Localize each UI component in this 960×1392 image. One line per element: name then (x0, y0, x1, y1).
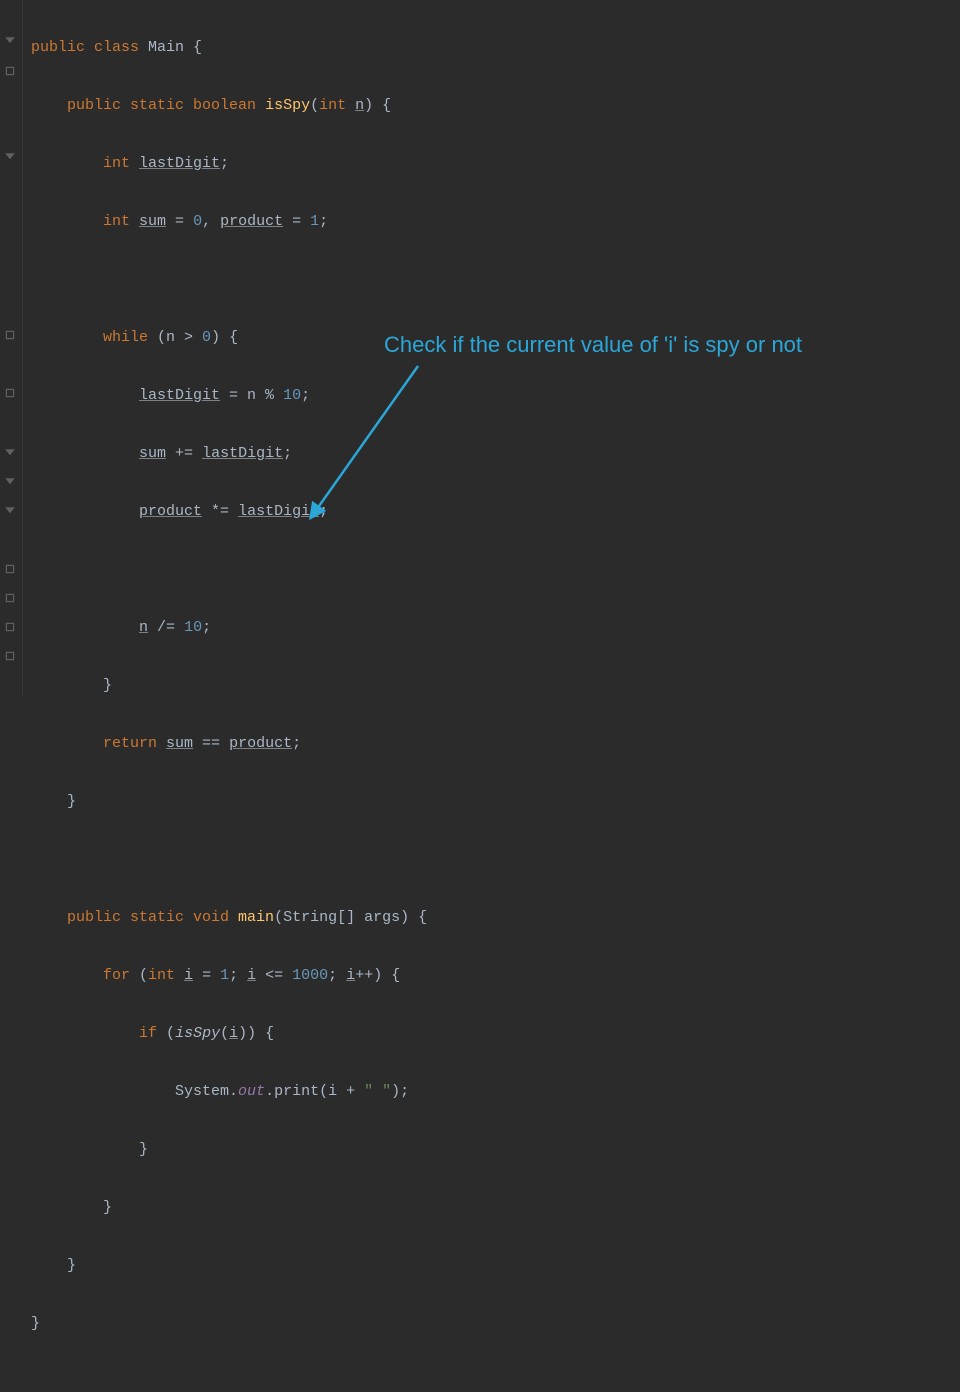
code-line: n /= 10; (31, 613, 427, 642)
code-line: lastDigit = n % 10; (31, 381, 427, 410)
fold-close-icon[interactable] (4, 592, 16, 604)
code-line: public class Main { (31, 33, 427, 62)
fold-open-icon[interactable] (4, 448, 16, 460)
fold-close-icon[interactable] (4, 621, 16, 633)
annotation-text: Check if the current value of 'i' is spy… (384, 332, 802, 358)
fold-close-icon[interactable] (4, 329, 16, 341)
code-line: product *= lastDigit; (31, 497, 427, 526)
gutter (0, 0, 23, 696)
fold-open-icon[interactable] (4, 506, 16, 518)
code-line (31, 555, 427, 584)
code-line: sum += lastDigit; (31, 439, 427, 468)
code-line: public static void main(String[] args) { (31, 903, 427, 932)
code-line: } (31, 1251, 427, 1280)
code-line: } (31, 1309, 427, 1338)
code-line: int sum = 0, product = 1; (31, 207, 427, 236)
code-line: } (31, 1135, 427, 1164)
fold-close-icon[interactable] (4, 650, 16, 662)
fold-close-icon[interactable] (4, 387, 16, 399)
code-line (31, 845, 427, 874)
fold-close-icon[interactable] (4, 563, 16, 575)
code-line: return sum == product; (31, 729, 427, 758)
fold-open-icon[interactable] (4, 36, 16, 48)
fold-open-icon[interactable] (4, 477, 16, 489)
code-line: int lastDigit; (31, 149, 427, 178)
fold-marker-icon (4, 65, 16, 77)
code-line: } (31, 1193, 427, 1222)
fold-open-icon[interactable] (4, 152, 16, 164)
code-line: } (31, 787, 427, 816)
code-line: public static boolean isSpy(int n) { (31, 91, 427, 120)
code-line: for (int i = 1; i <= 1000; i++) { (31, 961, 427, 990)
code-line: while (n > 0) { (31, 323, 427, 352)
code-line: if (isSpy(i)) { (31, 1019, 427, 1048)
code-line: System.out.print(i + " "); (31, 1077, 427, 1106)
code-area[interactable]: public class Main { public static boolea… (23, 0, 427, 696)
code-line (31, 265, 427, 294)
